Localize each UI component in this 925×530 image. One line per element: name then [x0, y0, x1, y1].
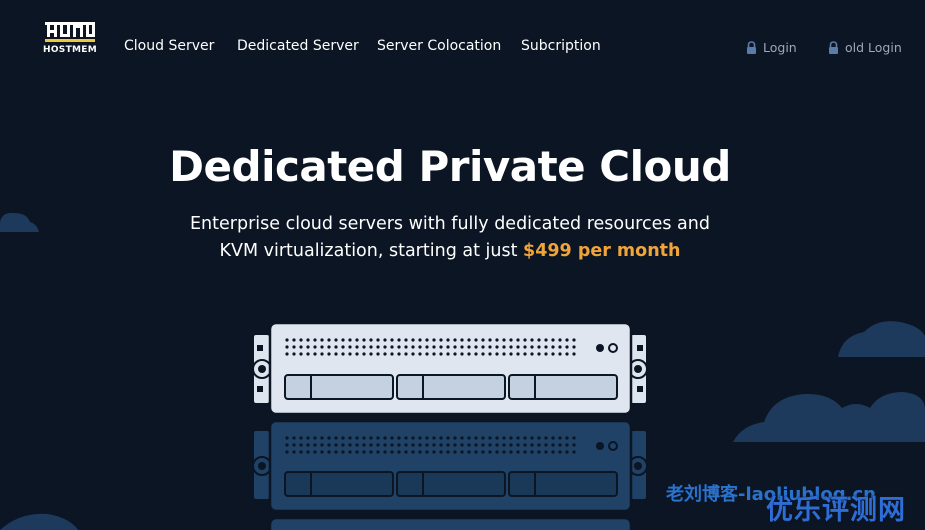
login-link[interactable]: Login: [746, 40, 797, 55]
lock-icon: [747, 41, 756, 54]
nav-link-dedicated-server[interactable]: Dedicated Server: [237, 38, 359, 54]
watermark-brand: 优乐评测网: [766, 495, 906, 526]
hero-subtitle-line2: KVM virtualization, starting at just $49…: [0, 238, 900, 265]
nav-link-server-colocation[interactable]: Server Colocation: [377, 38, 501, 54]
hero-title: Dedicated Private Cloud: [169, 142, 731, 191]
hero-subtitle: Enterprise cloud servers with fully dedi…: [0, 211, 900, 265]
brand-name: HOSTMEM: [43, 45, 97, 55]
cloud-decoration-right-top: [838, 321, 925, 357]
brand-logo[interactable]: HOSTMEM: [42, 22, 98, 58]
old-login-label: old Login: [845, 40, 902, 55]
nav-link-cloud-server[interactable]: Cloud Server: [124, 38, 214, 54]
login-label: Login: [763, 40, 797, 55]
old-login-link[interactable]: old Login: [828, 40, 902, 55]
price-highlight: $499 per month: [523, 241, 681, 261]
cloud-decoration-right-bottom: [733, 392, 925, 442]
nav-link-subscription[interactable]: Subcription: [521, 38, 601, 54]
hero-subtitle-line1: Enterprise cloud servers with fully dedi…: [190, 214, 710, 234]
cloud-decoration-bottom-left: [0, 513, 78, 530]
logo-mark-icon: [45, 22, 95, 42]
server-rack-illustration: [252, 321, 648, 530]
lock-icon: [829, 41, 838, 54]
hero-subtitle-line2-text: KVM virtualization, starting at just: [219, 241, 524, 261]
top-navigation: HOSTMEM Cloud Server Dedicated Server Se…: [0, 0, 925, 95]
